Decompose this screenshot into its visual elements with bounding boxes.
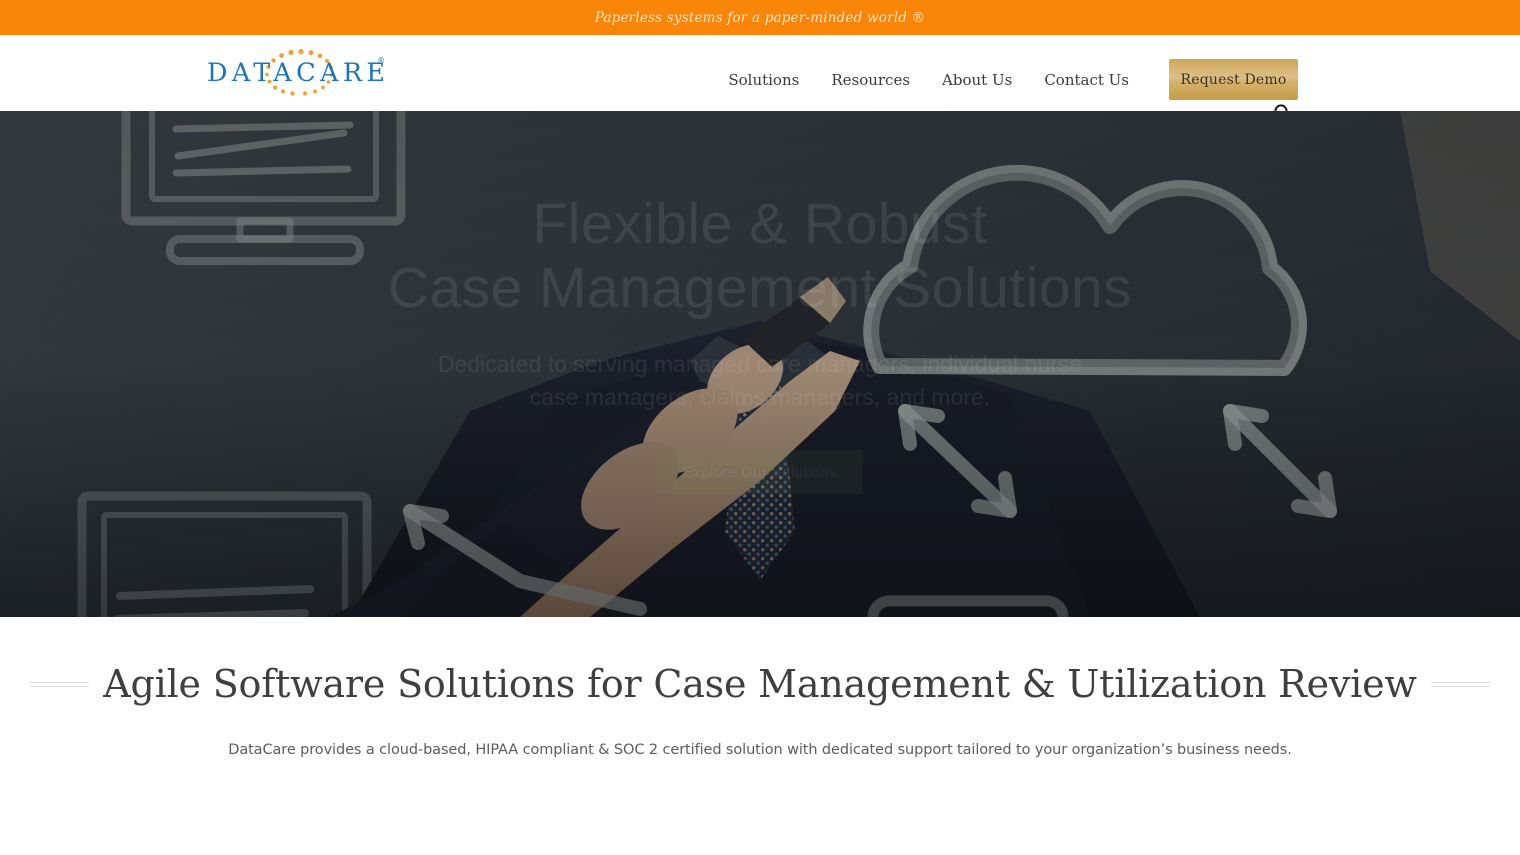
hero-cta-button[interactable]: Explore Our Solutions	[657, 450, 863, 495]
hero-subtitle: Dedicated to serving managed care manage…	[437, 350, 1083, 410]
logo-datacare[interactable]: DATACARE ®	[207, 48, 387, 100]
logo-svg: DATACARE ®	[207, 48, 387, 96]
main-nav: Solutions Resources About Us Contact Us …	[712, 59, 1298, 100]
page-root: Paperless systems for a paper-minded wor…	[0, 0, 1520, 855]
logo-trademark: ®	[377, 56, 385, 65]
page-title: Agile Software Solutions for Case Manage…	[103, 662, 1417, 706]
nav-item-resources[interactable]: Resources	[815, 66, 926, 94]
nav-item-contact-us[interactable]: Contact Us	[1028, 66, 1145, 94]
intro-section: Agile Software Solutions for Case Manage…	[0, 617, 1520, 855]
hero-title: Flexible & Robust Case Management Soluti…	[387, 192, 1133, 321]
hero-title-line-1: Flexible & Robust	[532, 192, 988, 256]
heading-rule-left	[30, 682, 90, 688]
announcement-text: Paperless systems for a paper-minded wor…	[594, 9, 926, 26]
heading-row: Agile Software Solutions for Case Manage…	[0, 662, 1520, 707]
announcement-bar: Paperless systems for a paper-minded wor…	[0, 0, 1520, 35]
nav-item-about-us[interactable]: About Us	[926, 66, 1028, 94]
nav-item-solutions[interactable]: Solutions	[712, 66, 815, 94]
request-demo-button[interactable]: Request Demo	[1169, 59, 1298, 100]
logo-wordmark: DATACARE	[207, 58, 387, 88]
site-header: DATACARE ® Solutions Resources About Us …	[0, 35, 1520, 121]
heading-rule-right	[1430, 682, 1490, 688]
intro-paragraph: DataCare provides a cloud-based, HIPAA c…	[228, 742, 1292, 758]
hero-title-line-2: Case Management Solutions	[387, 255, 1133, 320]
hero-content: Flexible & Robust Case Management Soluti…	[0, 111, 1520, 617]
hero-section: Flexible & Robust Case Management Soluti…	[0, 111, 1520, 617]
